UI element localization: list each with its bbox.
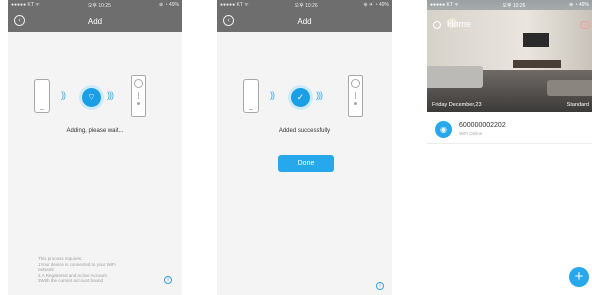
camera-mode-icon[interactable]: ◎ [580,21,590,29]
signal-waves-right-icon: ))) [107,90,114,100]
success-message: Added successfully [278,128,331,134]
smartphone-icon [34,79,50,113]
doorbell-icon [348,75,363,117]
carrier-label: ●●●●● KT ᯤ [220,2,249,8]
add-device-button[interactable]: + [569,267,589,287]
wifi-icon: ⌔ [82,88,101,107]
info-icon[interactable]: i [376,282,384,290]
done-button[interactable]: Done [278,155,334,172]
success-screen: ●●●●● KT ᯤ 오후 10:26 ⊕ ✈ ◔ 49% ‹ Add )) ✓… [217,0,392,295]
device-status: WiFi Online [459,131,483,136]
back-icon[interactable]: ‹ [14,15,25,26]
time-label: 오후 10:26 [294,2,318,9]
banner-tv [523,33,549,47]
info-icon[interactable]: i [164,276,172,284]
device-list-item[interactable]: ◉ 600000002202 WiFi Online [427,117,592,144]
time-label: 오후 10:26 [502,2,526,9]
signal-waves-right-icon: ))) [316,90,323,100]
smartphone-icon [243,79,259,113]
check-icon: ✓ [291,88,310,107]
nav-bar: ‹ Add [217,10,392,32]
mode-label[interactable]: Standard [567,102,589,108]
battery-label: ⊕ ◔ 49% [158,2,179,8]
room-banner: ●●●●● KT ᯤ 오후 10:26 ⊕ ◔ 49% Home ◎ Frida… [427,0,592,112]
adding-message: Adding, please wait... [66,128,124,134]
back-icon[interactable]: ‹ [223,15,234,26]
nav-bar: ‹ Add [8,10,182,32]
doorbell-icon [131,75,146,117]
device-name: 600000002202 [459,122,506,129]
requirement-line: 3With the current account bound [38,278,104,283]
banner-cabinet [513,60,561,68]
date-label: Friday December,23 [432,102,482,108]
battery-label: ⊕ ◔ 49% [568,2,589,8]
banner-sofa [427,66,483,88]
page-title: Home [447,19,472,29]
pairing-illustration: )) ⌔ ))) [8,75,182,125]
page-title: Add [87,16,103,26]
adding-screen: ●●●●● KT ᯤ 오후 10:25 ⊕ ◔ 49% ‹ Add )) ⌔ )… [8,0,182,295]
status-bar: ●●●●● KT ᯤ 오후 10:25 ⊕ ◔ 49% [8,0,182,10]
battery-label: ⊕ ✈ ◔ 49% [363,2,389,8]
signal-waves-left-icon: )) [61,90,66,100]
home-screen: ●●●●● KT ᯤ 오후 10:26 ⊕ ◔ 49% Home ◎ Frida… [427,0,592,295]
bell-button-icon [354,102,357,105]
divider [355,92,356,99]
menu-icon[interactable] [433,21,441,29]
banner-chair [547,80,592,96]
divider [138,92,139,99]
pairing-illustration: )) ✓ ))) [217,75,392,125]
bell-button-icon [137,102,140,105]
carrier-label: ●●●●● KT ᯤ [430,2,459,8]
requirements-note: This process requires: 1Your device is c… [38,256,153,284]
carrier-label: ●●●●● KT ᯤ [11,2,40,8]
status-bar: ●●●●● KT ᯤ 오후 10:26 ⊕ ✈ ◔ 49% [217,0,392,10]
camera-lens-icon [134,79,143,88]
time-label: 오후 10:25 [87,2,111,9]
page-title: Add [297,16,312,26]
camera-lens-icon [351,79,360,88]
camera-icon: ◉ [435,121,452,138]
signal-waves-left-icon: )) [270,90,275,100]
status-bar: ●●●●● KT ᯤ 오후 10:26 ⊕ ◔ 49% [427,0,592,10]
